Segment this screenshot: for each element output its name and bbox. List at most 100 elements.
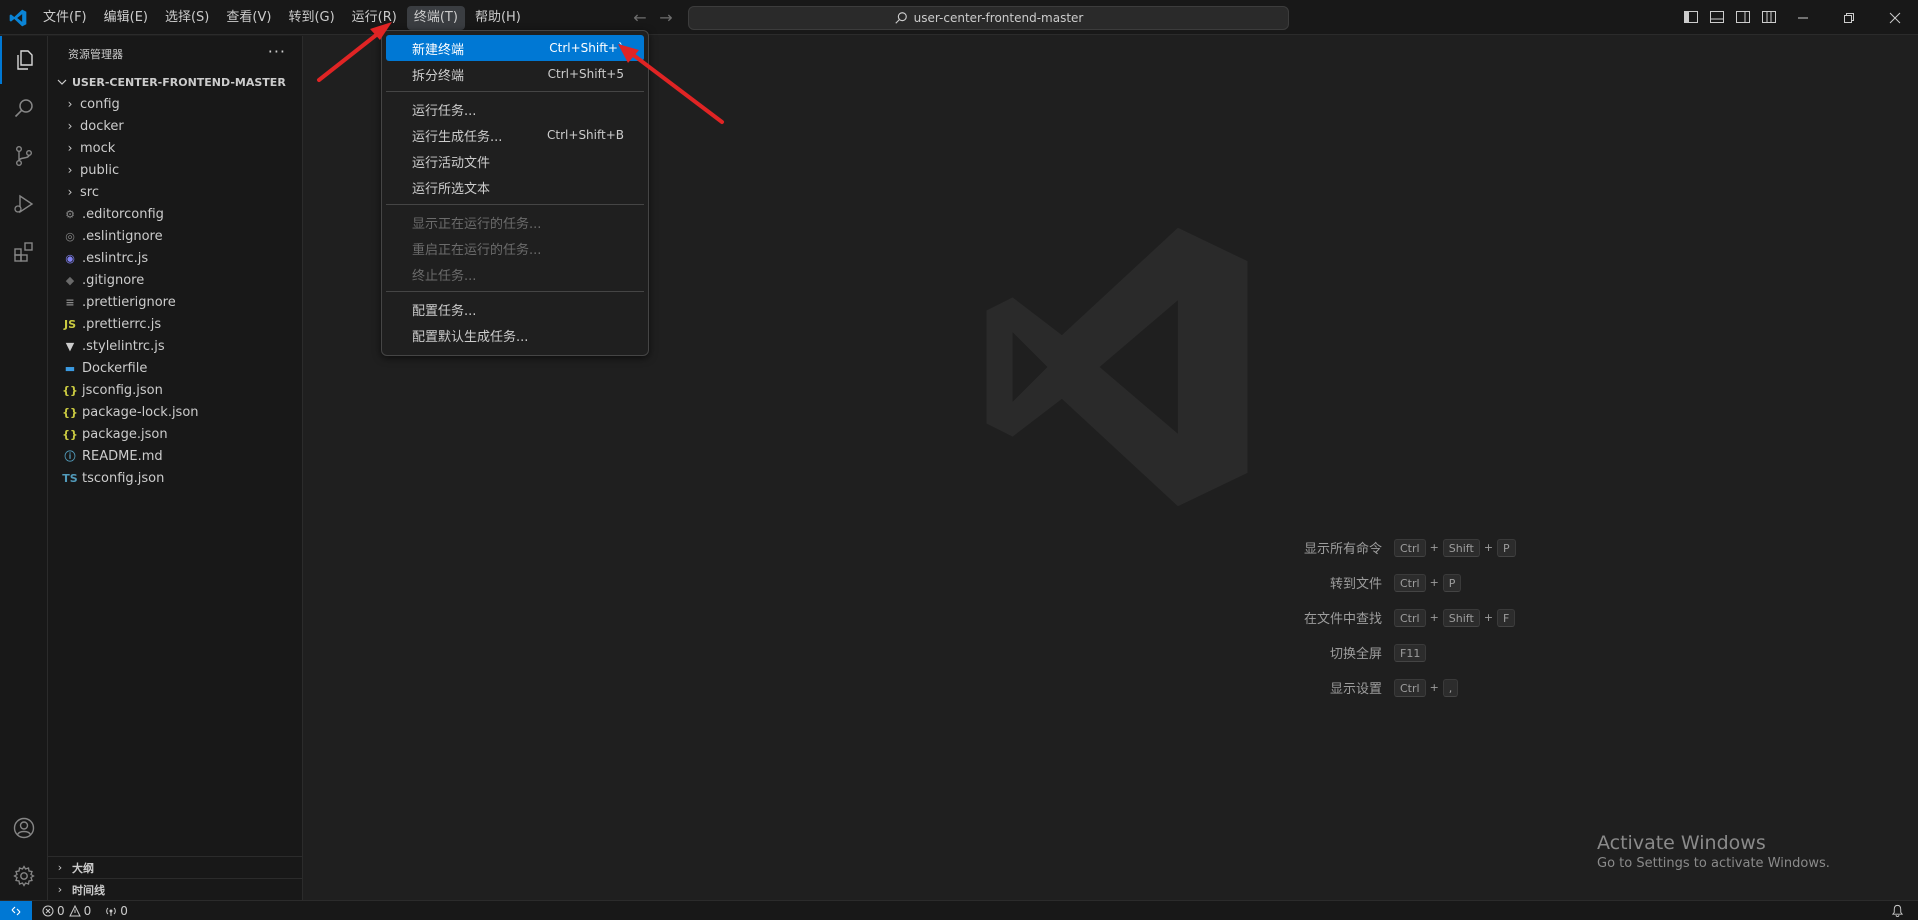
js-icon: JS: [63, 317, 76, 331]
source-control-icon[interactable]: [0, 132, 48, 180]
keybinding-key: P: [1497, 538, 1516, 557]
terminal-menu-item[interactable]: 拆分终端 Ctrl+Shift+5: [386, 61, 644, 87]
menu-item-label: 重启正在运行的任务...: [412, 242, 542, 258]
file-item[interactable]: ≡ .prettierignore: [48, 291, 302, 313]
menu-item[interactable]: 运行(R): [345, 6, 404, 30]
workspace-root-label: USER-CENTER-FRONTEND-MASTER: [72, 75, 286, 89]
toggle-primary-sidebar-icon[interactable]: [1683, 9, 1699, 25]
menu-item-shortcut: Ctrl+Shift+5: [547, 67, 624, 81]
run-and-debug-icon[interactable]: [0, 180, 48, 228]
activity-bar: [0, 36, 48, 900]
workspace-root-folder[interactable]: USER-CENTER-FRONTEND-MASTER: [48, 71, 302, 93]
menu-item-label: 新建终端: [412, 42, 465, 58]
activate-windows-subtitle: Go to Settings to activate Windows.: [1597, 856, 1830, 871]
terminal-menu-item[interactable]: 运行活动文件: [386, 148, 644, 174]
file-item[interactable]: {} package.json: [48, 423, 302, 445]
menu-item-label: 显示正在运行的任务...: [412, 216, 542, 232]
terminal-menu-item[interactable]: 运行生成任务... Ctrl+Shift+B: [386, 122, 644, 148]
terminal-menu-item[interactable]: 新建终端 Ctrl+Shift+`: [386, 35, 644, 61]
folder-item[interactable]: › docker: [48, 115, 302, 137]
file-item[interactable]: ▬ Dockerfile: [48, 357, 302, 379]
terminal-menu-item[interactable]: 配置默认生成任务...: [386, 322, 644, 348]
customize-layout-icon[interactable]: [1761, 9, 1777, 25]
status-bar: 0 0 0: [0, 900, 1918, 920]
command-center-search[interactable]: user-center-frontend-master: [688, 6, 1289, 30]
menu-item[interactable]: 帮助(H): [468, 6, 528, 30]
menu-item-label: 配置默认生成任务...: [412, 329, 529, 345]
search-icon[interactable]: [0, 84, 48, 132]
terminal-menu-item: 显示正在运行的任务...: [386, 209, 644, 235]
menu-item-shortcut: Ctrl+Shift+`: [549, 41, 624, 55]
menu-item[interactable]: 转到(G): [281, 6, 341, 30]
shortcut-hint-row: 显示设置 Ctrl +,: [924, 670, 1459, 705]
shortcut-hint-row: 切换全屏 F11: [924, 635, 1427, 670]
info-icon: ⓘ: [64, 450, 76, 463]
minimize-window-button[interactable]: [1780, 0, 1826, 35]
folder-item[interactable]: › src: [48, 181, 302, 203]
forward-arrow-icon[interactable]: →: [656, 8, 676, 28]
warning-icon: [68, 904, 81, 916]
chevron-down-icon: [57, 79, 67, 85]
close-window-button[interactable]: [1872, 0, 1918, 35]
file-item[interactable]: ⓘ README.md: [48, 445, 302, 467]
git-icon: ◆: [65, 273, 75, 287]
extensions-icon[interactable]: [0, 228, 48, 276]
keybinding-key: Ctrl: [1394, 573, 1426, 592]
vscode-logo-icon[interactable]: [8, 8, 28, 28]
file-item[interactable]: {} package-lock.json: [48, 401, 302, 423]
file-item[interactable]: ◎ .eslintignore: [48, 225, 302, 247]
terminal-menu-item[interactable]: 运行任务...: [386, 96, 644, 122]
prettier-icon: ≡: [65, 295, 75, 309]
notifications-bell-icon[interactable]: [1891, 904, 1904, 920]
folder-item[interactable]: › public: [48, 159, 302, 181]
toggle-secondary-sidebar-icon[interactable]: [1735, 9, 1751, 25]
chevron-right-icon: ›: [67, 163, 73, 177]
chevron-right-icon: ›: [57, 883, 63, 896]
gear-icon: ⚙: [65, 207, 75, 221]
folder-label: docker: [80, 118, 124, 134]
terminal-menu-item: 终止任务...: [386, 261, 644, 287]
shortcut-hint-row: 转到文件 Ctrl + P: [924, 565, 1462, 600]
outline-section[interactable]: › 大纲: [48, 856, 303, 878]
file-label: .gitignore: [82, 272, 145, 288]
menu-item-label: 运行所选文本: [412, 181, 491, 197]
folder-item[interactable]: › config: [48, 93, 302, 115]
terminal-menu-item[interactable]: 配置任务...: [386, 296, 644, 322]
file-label: .editorconfig: [82, 206, 164, 222]
menu-item[interactable]: 查看(V): [219, 6, 278, 30]
toggle-panel-icon[interactable]: [1709, 9, 1725, 25]
activate-windows-watermark: Activate Windows Go to Settings to activ…: [1597, 832, 1830, 871]
menu-separator: [386, 91, 644, 92]
menu-item-label: 终止任务...: [412, 268, 477, 284]
back-arrow-icon[interactable]: ←: [630, 8, 650, 28]
file-item[interactable]: ⚙ .editorconfig: [48, 203, 302, 225]
keybinding-key: F11: [1394, 643, 1427, 662]
problems-status[interactable]: 0 0: [42, 904, 91, 918]
folder-item[interactable]: › mock: [48, 137, 302, 159]
manage-gear-icon[interactable]: [0, 852, 48, 900]
explorer-icon[interactable]: [0, 36, 48, 84]
file-item[interactable]: ◉ .eslintrc.js: [48, 247, 302, 269]
menu-item-label: 运行任务...: [412, 103, 477, 119]
eslint-icon: ◉: [65, 251, 75, 265]
shortcut-label: 显示设置: [1329, 682, 1382, 697]
ports-status[interactable]: 0: [105, 904, 128, 918]
file-item[interactable]: ◆ .gitignore: [48, 269, 302, 291]
menu-item-label: 拆分终端: [412, 68, 465, 84]
restore-window-button[interactable]: [1826, 0, 1872, 35]
file-item[interactable]: JS .prettierrc.js: [48, 313, 302, 335]
remote-indicator-button[interactable]: [0, 900, 32, 920]
menu-item[interactable]: 文件(F): [36, 6, 94, 30]
terminal-menu-item[interactable]: 运行所选文本: [386, 174, 644, 200]
file-item[interactable]: ▼ .stylelintrc.js: [48, 335, 302, 357]
keybinding-key: Ctrl: [1394, 538, 1426, 557]
menu-item[interactable]: 编辑(E): [97, 6, 155, 30]
file-item[interactable]: {} jsconfig.json: [48, 379, 302, 401]
file-item[interactable]: TS tsconfig.json: [48, 467, 302, 489]
timeline-section[interactable]: › 时间线: [48, 878, 303, 900]
accounts-icon[interactable]: [0, 804, 48, 852]
menu-item-shortcut: Ctrl+Shift+B: [547, 128, 624, 142]
more-actions-icon[interactable]: ···: [268, 42, 286, 61]
menu-item[interactable]: 选择(S): [158, 6, 216, 30]
menu-item[interactable]: 终端(T): [406, 5, 465, 30]
